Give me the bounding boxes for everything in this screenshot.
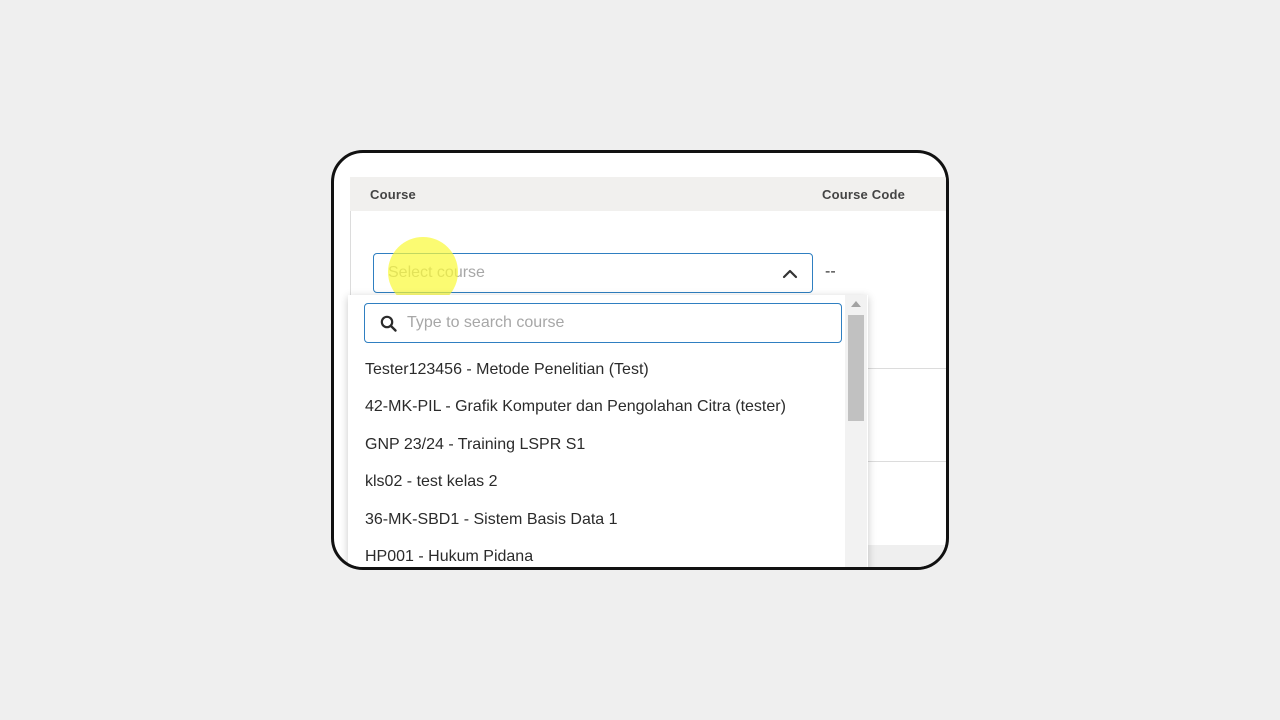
course-select[interactable]: Select course	[373, 253, 813, 293]
course-option[interactable]: kls02 - test kelas 2	[348, 463, 844, 500]
course-dropdown: Tester123456 - Metode Penelitian (Test) …	[348, 295, 868, 567]
course-option[interactable]: HP001 - Hukum Pidana	[348, 538, 844, 567]
course-option[interactable]: 36-MK-SBD1 - Sistem Basis Data 1	[348, 501, 844, 538]
chevron-up-icon[interactable]	[782, 266, 798, 282]
column-header-course-code: Course Code	[822, 187, 906, 202]
course-option[interactable]: Tester123456 - Metode Penelitian (Test)	[348, 351, 844, 388]
scroll-thumb[interactable]	[848, 315, 864, 421]
course-option[interactable]: 42-MK-PIL - Grafik Komputer dan Pengolah…	[348, 388, 844, 425]
course-select-placeholder: Select course	[388, 264, 485, 281]
column-header-course: Course	[370, 187, 416, 202]
table-header: Course Course Code	[350, 177, 946, 211]
course-option[interactable]: GNP 23/24 - Training LSPR S1	[348, 426, 844, 463]
screenshot-frame: Course Course Code Select course -- Test…	[331, 150, 949, 570]
course-code-value: --	[825, 263, 836, 280]
search-field[interactable]	[364, 303, 842, 343]
course-options-list: Tester123456 - Metode Penelitian (Test) …	[348, 351, 844, 567]
background-strip	[864, 545, 946, 567]
search-input[interactable]	[407, 310, 827, 336]
dropdown-scrollbar[interactable]	[845, 295, 867, 567]
scroll-up-arrow-icon[interactable]	[851, 301, 861, 307]
search-icon	[380, 315, 398, 333]
